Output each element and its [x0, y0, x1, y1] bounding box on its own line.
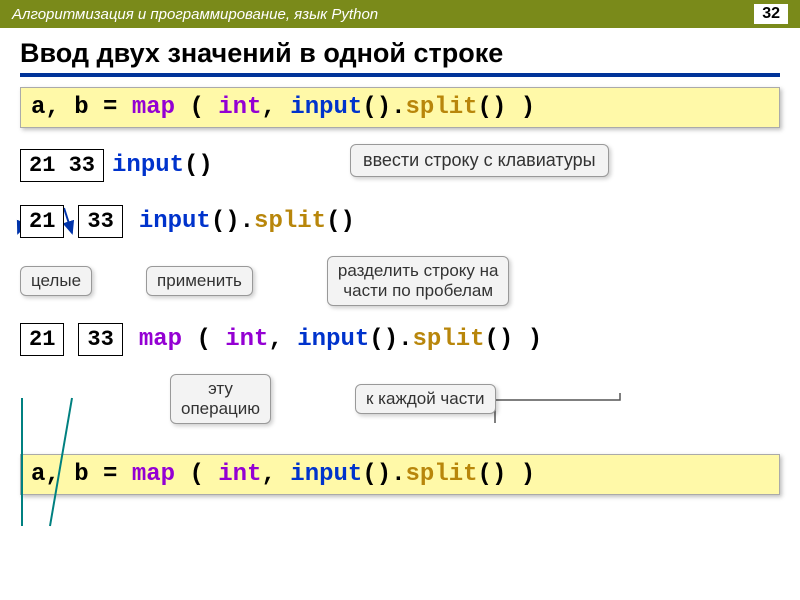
valbox-b2: 33 — [78, 323, 122, 356]
bubble-apply: применить — [146, 266, 253, 296]
bubble-enter: ввести строку с клавиатуры — [350, 144, 609, 177]
bubble-thisop: эту операцию — [170, 374, 271, 424]
tok-call2: () — [478, 94, 507, 121]
valbox-joined: 21 33 — [20, 149, 104, 182]
tok-ab2: a, b — [31, 461, 89, 488]
callout-row-2: эту операцию к каждой части — [20, 374, 780, 424]
tok-eq: = — [89, 94, 132, 121]
valbox-a2: 21 — [20, 323, 64, 356]
bubble-ints: целые — [20, 266, 92, 296]
bubble-splitparts: разделить строку на части по пробелам — [327, 256, 510, 306]
course-title: Алгоритмизация и программирование, язык … — [12, 6, 378, 23]
slide-title: Ввод двух значений в одной строке — [20, 38, 780, 77]
valboxes-map: 21 33 — [20, 323, 131, 356]
header-band: Алгоритмизация и программирование, язык … — [0, 0, 800, 28]
bubble-each: к каждой части — [355, 384, 496, 414]
row-map: 21 33 map ( int, input().split() ) — [20, 318, 780, 360]
tok-lp: ( — [189, 94, 218, 121]
tok-sp — [175, 94, 189, 121]
tok-rp: ) — [506, 94, 535, 121]
tok-split: split — [406, 94, 478, 121]
code-band-bottom: a, b = map ( int, input().split() ) — [20, 454, 780, 495]
code-map-full: map ( int, input().split() ) — [139, 326, 542, 353]
row-input: 21 33 input() ввести строку с клавиатуры — [20, 144, 780, 186]
page-number: 32 — [754, 4, 788, 24]
tok-dot: . — [391, 94, 405, 121]
tok-int: int — [218, 94, 261, 121]
tok-call: () — [362, 94, 391, 121]
valboxes-split: 21 33 — [20, 205, 131, 238]
valbox-b1: 33 — [78, 205, 122, 238]
callout-row-1: целые применить разделить строку на част… — [20, 256, 780, 306]
code-input-only: input() — [112, 152, 213, 179]
code-input-split: input().split() — [139, 208, 355, 235]
row-split: 21 33 input().split() — [20, 200, 780, 242]
valbox-a1: 21 — [20, 205, 64, 238]
tok-input: input — [290, 94, 362, 121]
slide-content: Ввод двух значений в одной строке a, b =… — [0, 28, 800, 495]
tok-map: map — [132, 94, 175, 121]
tok-comma: , — [261, 94, 290, 121]
tok-ab: a, b — [31, 94, 89, 121]
code-band-top: a, b = map ( int, input().split() ) — [20, 87, 780, 128]
